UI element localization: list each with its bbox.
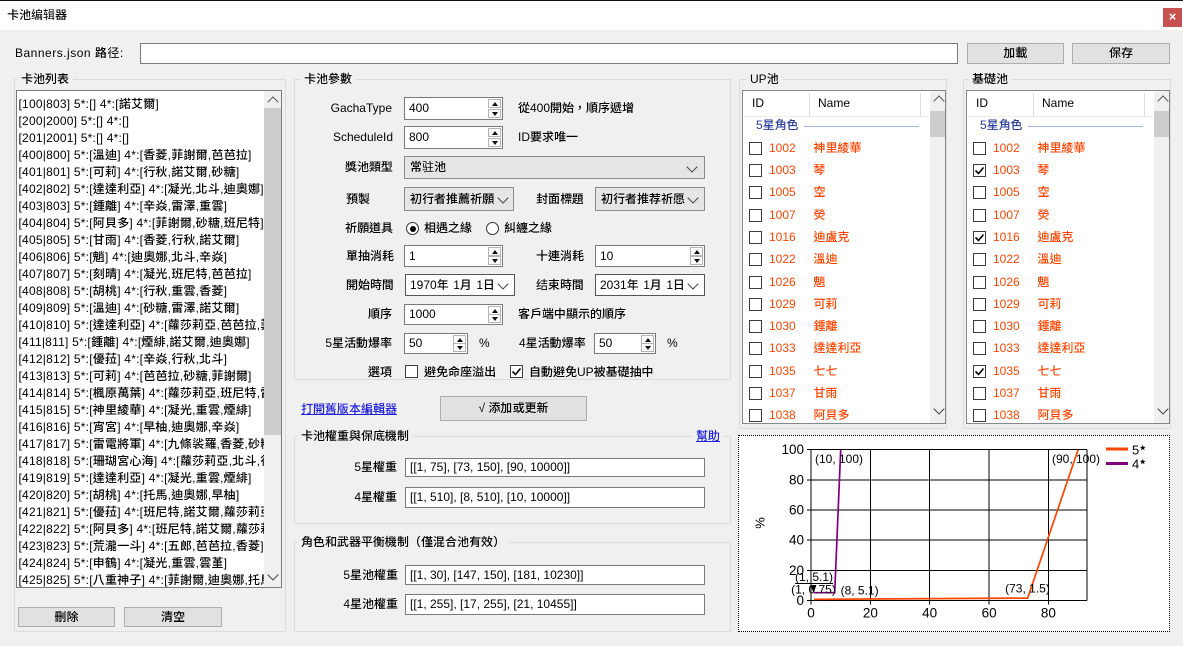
svg-text:80: 80 <box>1041 605 1056 620</box>
svg-text:80: 80 <box>789 472 804 487</box>
svg-text:(90, 100): (90, 100) <box>1052 452 1100 466</box>
svg-text:★: ★ <box>1140 458 1147 466</box>
svg-text:★: ★ <box>1140 444 1147 452</box>
svg-text:60: 60 <box>789 503 804 518</box>
svg-text:4: 4 <box>1132 457 1139 472</box>
svg-text:60: 60 <box>982 605 997 620</box>
svg-text:40: 40 <box>789 533 804 548</box>
svg-text:(8, 5.1): (8, 5.1) <box>841 584 879 598</box>
svg-text:(73, 1.5): (73, 1.5) <box>1005 582 1050 596</box>
svg-text:40: 40 <box>922 605 937 620</box>
svg-text:%: % <box>753 517 768 529</box>
svg-text:20: 20 <box>863 605 878 620</box>
svg-text:(10, 100): (10, 100) <box>815 452 863 466</box>
svg-text:100: 100 <box>781 442 804 457</box>
svg-text:0: 0 <box>807 605 815 620</box>
svg-text:5: 5 <box>1132 443 1139 458</box>
